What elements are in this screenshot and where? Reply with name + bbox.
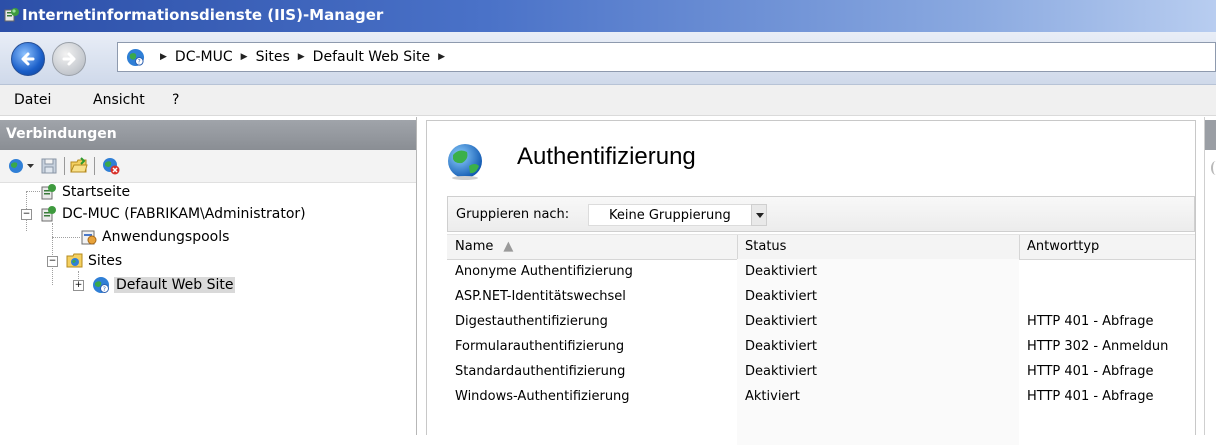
column-divider[interactable] bbox=[737, 235, 738, 259]
toolbar-separator bbox=[64, 157, 65, 175]
globe-icon: ? bbox=[126, 48, 145, 67]
table-row[interactable]: Formularauthentifizierung Deaktiviert HT… bbox=[447, 335, 1195, 360]
table-row[interactable]: ASP.NET-Identitätswechsel Deaktiviert bbox=[447, 285, 1195, 310]
breadcrumb-separator-icon[interactable]: ▶ bbox=[438, 52, 445, 62]
tree-item-server[interactable]: DC-MUC (FABRIKAM\Administrator) bbox=[40, 205, 306, 223]
start-page-icon bbox=[41, 184, 56, 200]
chevron-down-icon[interactable] bbox=[751, 204, 767, 226]
row-status: Deaktiviert bbox=[745, 314, 817, 329]
column-header-status[interactable]: Status bbox=[745, 239, 786, 254]
toolbar-separator bbox=[94, 157, 95, 175]
table-row[interactable]: Windows-Authentifizierung Aktiviert HTTP… bbox=[447, 385, 1195, 410]
row-response-type: HTTP 401 - Abfrage bbox=[1027, 314, 1154, 329]
breadcrumb-site[interactable]: Default Web Site bbox=[313, 49, 430, 65]
row-response-type: HTTP 401 - Abfrage bbox=[1027, 364, 1154, 379]
forward-button[interactable] bbox=[52, 42, 86, 76]
menu-bar: Datei Ansicht ? bbox=[0, 85, 1216, 116]
menu-view[interactable]: Ansicht bbox=[93, 92, 145, 108]
row-status: Deaktiviert bbox=[745, 339, 817, 354]
tree-item-sites[interactable]: Sites bbox=[66, 252, 122, 270]
row-response-type: HTTP 401 - Abfrage bbox=[1027, 389, 1154, 404]
breadcrumb-sites[interactable]: Sites bbox=[256, 49, 290, 65]
table-row[interactable]: Anonyme Authentifizierung Deaktiviert bbox=[447, 260, 1195, 285]
row-name: Windows-Authentifizierung bbox=[455, 389, 630, 404]
breadcrumb-server[interactable]: DC-MUC bbox=[175, 49, 233, 65]
row-status: Deaktiviert bbox=[745, 264, 817, 279]
breadcrumb[interactable]: ? ▶ DC-MUC ▶ Sites ▶ Default Web Site ▶ bbox=[117, 42, 1216, 72]
actions-panel bbox=[1204, 117, 1216, 435]
column-header-response-type[interactable]: Antworttyp bbox=[1027, 239, 1099, 254]
actions-item-icon[interactable] bbox=[1211, 161, 1216, 175]
column-divider[interactable] bbox=[1019, 235, 1020, 259]
row-status: Deaktiviert bbox=[745, 364, 817, 379]
table-row[interactable]: Digestauthentifizierung Deaktiviert HTTP… bbox=[447, 310, 1195, 335]
tree-item-app-pools[interactable]: Anwendungspools bbox=[80, 228, 229, 246]
tree-item-start[interactable]: Startseite bbox=[40, 183, 130, 201]
breadcrumb-separator-icon: ▶ bbox=[160, 52, 167, 62]
authentication-table: Name ▲ Status Antworttyp Anonyme Authenti… bbox=[447, 234, 1195, 445]
collapse-toggle-icon[interactable]: − bbox=[21, 209, 32, 220]
feature-panel: Authentifizierung Gruppieren nach: Keine… bbox=[426, 120, 1196, 445]
authentication-globe-icon bbox=[448, 144, 482, 180]
dropdown-arrow-icon[interactable] bbox=[27, 164, 34, 169]
window-title: Internetinformationsdienste (IIS)-Manage… bbox=[22, 6, 384, 24]
arrow-left-icon bbox=[21, 52, 35, 66]
menu-help[interactable]: ? bbox=[172, 92, 179, 108]
row-name: ASP.NET-Identitätswechsel bbox=[455, 289, 626, 304]
server-icon bbox=[41, 206, 56, 222]
group-by-select[interactable]: Keine Gruppierung bbox=[588, 204, 767, 226]
iis-app-icon bbox=[4, 8, 19, 22]
title-bar: Internetinformationsdienste (IIS)-Manage… bbox=[0, 0, 1216, 32]
open-folder-icon[interactable] bbox=[70, 157, 88, 175]
connections-panel: Verbindungen Startseite − DC-MUC (FABRIK… bbox=[0, 117, 417, 435]
row-name: Digestauthentifizierung bbox=[455, 314, 608, 329]
connections-title: Verbindungen bbox=[6, 126, 117, 142]
tree-item-label: Startseite bbox=[62, 184, 131, 200]
web-site-globe-icon: ? bbox=[93, 277, 109, 293]
group-by-label: Gruppieren nach: bbox=[456, 207, 570, 222]
connections-header: Verbindungen bbox=[0, 120, 416, 150]
tree-item-label: Anwendungspools bbox=[102, 229, 230, 245]
tree-item-label: Default Web Site bbox=[114, 277, 236, 293]
address-bar: ? ▶ DC-MUC ▶ Sites ▶ Default Web Site ▶ bbox=[0, 32, 1216, 85]
tree-line bbox=[26, 191, 40, 192]
connections-toolbar bbox=[0, 150, 416, 183]
breadcrumb-separator-icon: ▶ bbox=[240, 52, 248, 62]
page-title: Authentifizierung bbox=[517, 143, 696, 170]
menu-file[interactable]: Datei bbox=[14, 92, 51, 108]
group-by-bar: Gruppieren nach: Keine Gruppierung bbox=[447, 196, 1195, 232]
tree-line bbox=[52, 223, 53, 285]
svg-text:?: ? bbox=[138, 60, 141, 66]
table-header: Name ▲ Status Antworttyp bbox=[447, 234, 1195, 260]
tree-item-label: Sites bbox=[88, 253, 123, 269]
arrow-right-icon bbox=[62, 52, 76, 66]
actions-header bbox=[1205, 120, 1216, 150]
tree-line bbox=[52, 237, 80, 238]
back-button[interactable] bbox=[11, 42, 45, 76]
table-row[interactable]: Standardauthentifizierung Deaktiviert HT… bbox=[447, 360, 1195, 385]
breadcrumb-separator-icon: ▶ bbox=[297, 52, 305, 62]
tree-item-label: DC-MUC (FABRIKAM\Administrator) bbox=[62, 206, 306, 222]
tree-item-default-web-site[interactable]: ? Default Web Site bbox=[92, 276, 236, 294]
svg-text:?: ? bbox=[103, 286, 106, 293]
row-name: Anonyme Authentifizierung bbox=[455, 264, 633, 279]
save-icon[interactable] bbox=[40, 157, 58, 175]
application-pools-icon bbox=[81, 230, 97, 245]
row-name: Formularauthentifizierung bbox=[455, 339, 625, 354]
disconnect-icon[interactable] bbox=[102, 157, 120, 175]
group-by-value: Keine Gruppierung bbox=[609, 208, 731, 223]
row-response-type: HTTP 302 - Anmeldun bbox=[1027, 339, 1169, 354]
collapse-toggle-icon[interactable]: − bbox=[47, 256, 58, 267]
column-header-name[interactable]: Name ▲ bbox=[455, 239, 513, 254]
connect-globe-icon[interactable] bbox=[8, 157, 26, 175]
sites-folder-icon bbox=[66, 253, 83, 268]
row-name: Standardauthentifizierung bbox=[455, 364, 626, 379]
expand-toggle-icon[interactable]: + bbox=[73, 280, 84, 291]
row-status: Deaktiviert bbox=[745, 289, 817, 304]
sort-ascending-icon: ▲ bbox=[503, 239, 514, 254]
row-status: Aktiviert bbox=[745, 389, 800, 404]
